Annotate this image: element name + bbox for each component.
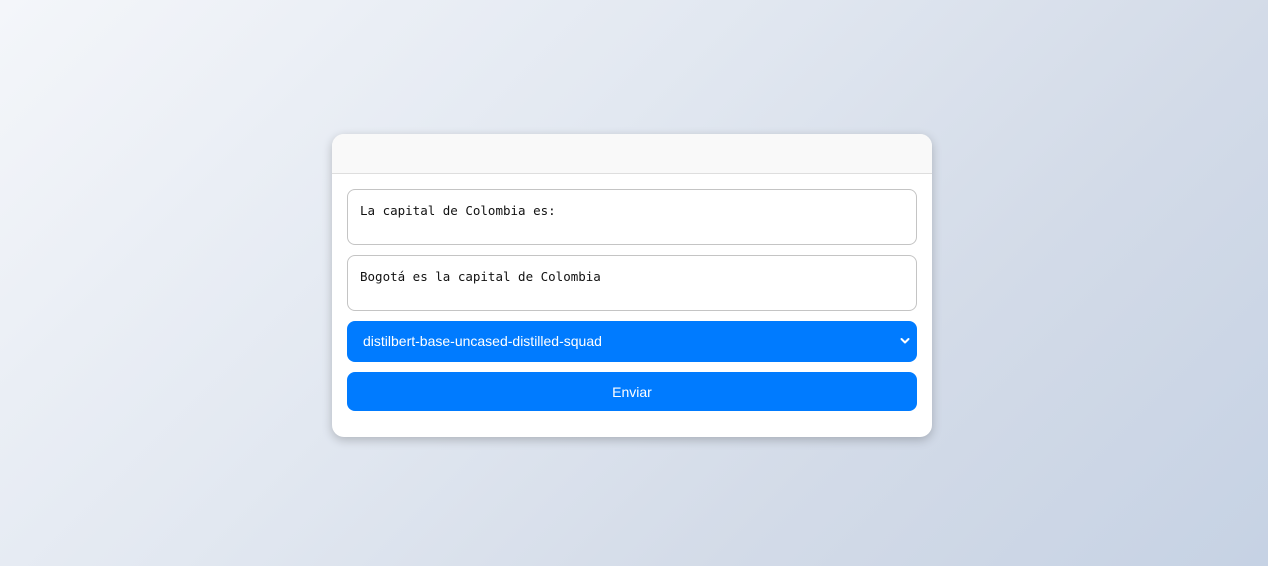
model-select[interactable]: distilbert-base-uncased-distilled-squad xyxy=(347,321,917,362)
card-body: La capital de Colombia es: Bogotá es la … xyxy=(332,174,932,411)
context-input[interactable]: Bogotá es la capital de Colombia xyxy=(347,255,917,311)
card-header xyxy=(332,134,932,174)
question-input[interactable]: La capital de Colombia es: xyxy=(347,189,917,245)
qa-card: La capital de Colombia es: Bogotá es la … xyxy=(332,134,932,437)
model-select-wrapper[interactable]: distilbert-base-uncased-distilled-squad xyxy=(347,321,917,362)
submit-button[interactable]: Enviar xyxy=(347,372,917,411)
